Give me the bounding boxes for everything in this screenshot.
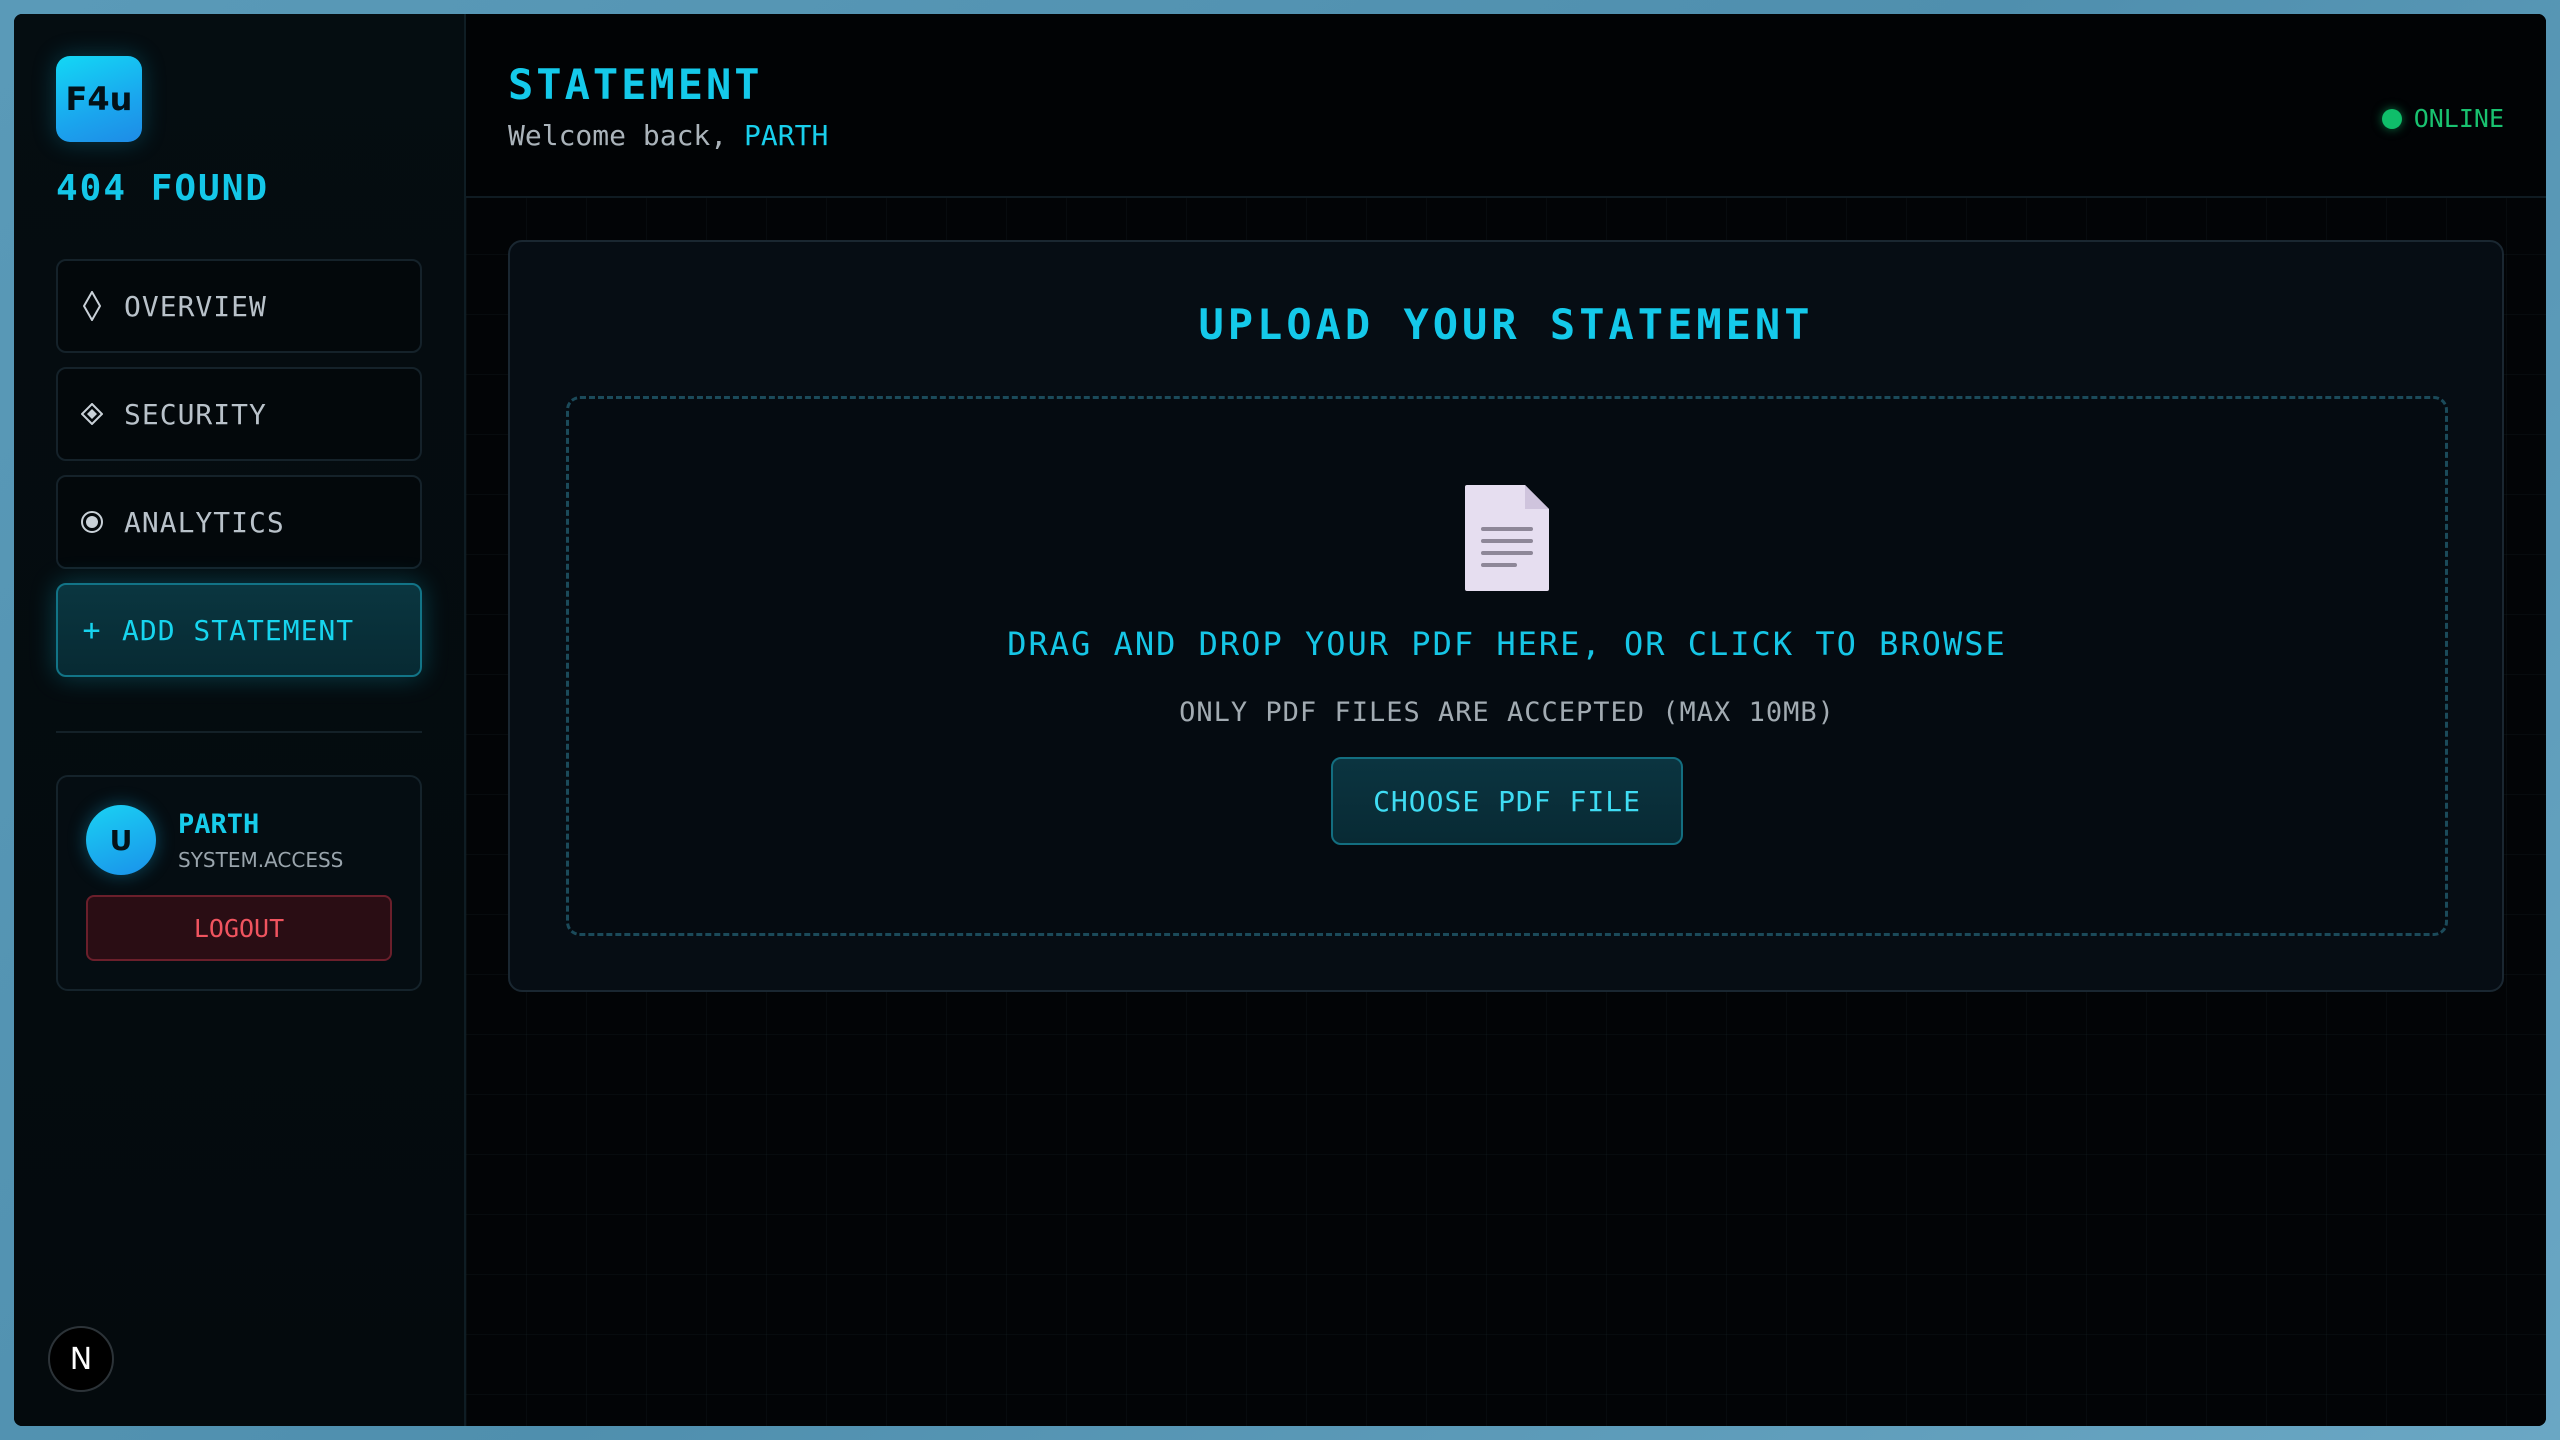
sidebar-item-label: OVERVIEW [124,289,267,323]
status-dot-icon [2381,108,2402,129]
plus-icon: + [82,612,102,648]
sidebar-item-add-statement[interactable]: + ADD STATEMENT [56,583,422,677]
logout-button[interactable]: LOGOUT [86,895,392,961]
app-window: F4u 404 FOUND OVERVIEW SECURITY ANALYTIC… [14,14,2546,1426]
welcome-user-name: PARTH [744,119,829,152]
welcome-message: Welcome back, PARTH [508,119,2504,152]
file-constraints: ONLY PDF FILES ARE ACCEPTED (MAX 10MB) [1179,697,1835,728]
status-text: ONLINE [2413,104,2504,133]
sidebar-divider [56,731,422,733]
document-icon [1463,483,1551,593]
user-card: U PARTH SYSTEM.ACCESS LOGOUT [56,775,422,991]
pdf-dropzone[interactable]: DRAG AND DROP YOUR PDF HERE, OR CLICK TO… [566,396,2448,936]
app-logo[interactable]: F4u [56,56,142,142]
user-role: SYSTEM.ACCESS [178,847,344,872]
status-indicator: ONLINE [2381,104,2504,133]
sidebar-item-label: ANALYTICS [124,505,285,539]
framework-badge[interactable]: N [48,1326,114,1392]
sidebar-item-analytics[interactable]: ANALYTICS [56,475,422,569]
choose-pdf-button[interactable]: CHOOSE PDF FILE [1331,757,1683,845]
top-bar: STATEMENT Welcome back, PARTH ONLINE [466,14,2546,198]
upload-panel: UPLOAD YOUR STATEMENT DRAG AND DROP YOUR… [508,240,2504,992]
sidebar-item-overview[interactable]: OVERVIEW [56,259,422,353]
diamond-dot-icon [80,403,104,425]
sidebar: F4u 404 FOUND OVERVIEW SECURITY ANALYTIC… [14,14,466,1426]
sidebar-item-label: ADD STATEMENT [122,613,355,647]
welcome-prefix: Welcome back, [508,119,728,152]
avatar: U [86,805,156,875]
brand-name: 404 FOUND [56,168,270,209]
drop-instructions: DRAG AND DROP YOUR PDF HERE, OR CLICK TO… [1007,625,2007,663]
user-name: PARTH [178,808,260,840]
main-content: STATEMENT Welcome back, PARTH ONLINE UPL… [466,14,2546,1426]
upload-title: UPLOAD YOUR STATEMENT [1198,300,1814,349]
radio-dot-icon [80,510,104,534]
sidebar-nav: OVERVIEW SECURITY ANALYTICS + ADD STATEM… [56,259,422,677]
diamond-outline-icon [80,291,104,321]
sidebar-item-security[interactable]: SECURITY [56,367,422,461]
sidebar-item-label: SECURITY [124,397,267,431]
page-title: STATEMENT [508,60,763,109]
